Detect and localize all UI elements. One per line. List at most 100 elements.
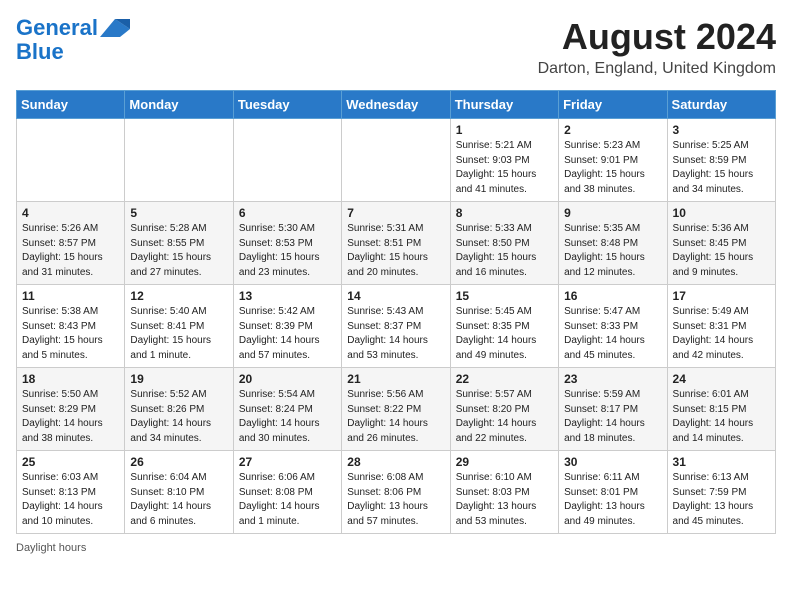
day-header: Sunday — [17, 91, 125, 119]
day-number: 5 — [130, 206, 227, 220]
day-number: 9 — [564, 206, 661, 220]
day-number: 3 — [673, 123, 770, 137]
day-info: Sunrise: 5:30 AM Sunset: 8:53 PM Dayligh… — [239, 222, 336, 280]
day-info: Sunrise: 5:47 AM Sunset: 8:33 PM Dayligh… — [564, 305, 661, 363]
calendar-cell: 31Sunrise: 6:13 AM Sunset: 7:59 PM Dayli… — [667, 451, 775, 534]
logo-text: General — [16, 16, 98, 40]
calendar-cell: 15Sunrise: 5:45 AM Sunset: 8:35 PM Dayli… — [450, 285, 558, 368]
day-info: Sunrise: 6:08 AM Sunset: 8:06 PM Dayligh… — [347, 471, 444, 529]
calendar-cell: 11 Sunrise: 5:38 AM Sunset: 8:43 PM Dayli… — [17, 285, 125, 368]
day-info: Sunrise: 5:31 AM Sunset: 8:51 PM Dayligh… — [347, 222, 444, 280]
calendar-cell — [125, 119, 233, 202]
day-info: Sunrise: 5:49 AM Sunset: 8:31 PM Dayligh… — [673, 305, 770, 363]
day-number: 4 — [22, 206, 119, 220]
day-number: 28 — [347, 455, 444, 469]
calendar-cell: 28 Sunrise: 6:08 AM Sunset: 8:06 PM Dayli… — [342, 451, 450, 534]
day-number: 25 — [22, 455, 119, 469]
calendar-cell: 6 Sunrise: 5:30 AM Sunset: 8:53 PM Daylig… — [233, 202, 341, 285]
day-info: Sunrise: 5:52 AM Sunset: 8:26 PM Dayligh… — [130, 388, 227, 446]
calendar-cell — [233, 119, 341, 202]
day-info: Sunrise: 5:26 AM Sunset: 8:57 PM Dayligh… — [22, 222, 119, 280]
calendar-cell: 26 Sunrise: 6:04 AM Sunset: 8:10 PM Dayli… — [125, 451, 233, 534]
day-info: Sunrise: 5:45 AM Sunset: 8:35 PM Dayligh… — [456, 305, 553, 363]
day-number: 19 — [130, 372, 227, 386]
calendar-cell: 2Sunrise: 5:23 AM Sunset: 9:01 PM Daylig… — [559, 119, 667, 202]
day-info: Sunrise: 5:57 AM Sunset: 8:20 PM Dayligh… — [456, 388, 553, 446]
calendar-cell: 22 Sunrise: 5:57 AM Sunset: 8:20 PM Dayli… — [450, 368, 558, 451]
calendar-cell: 1Sunrise: 5:21 AM Sunset: 9:03 PM Daylig… — [450, 119, 558, 202]
day-info: Sunrise: 6:03 AM Sunset: 8:13 PM Dayligh… — [22, 471, 119, 529]
day-header: Wednesday — [342, 91, 450, 119]
day-header: Monday — [125, 91, 233, 119]
day-number: 2 — [564, 123, 661, 137]
day-number: 26 — [130, 455, 227, 469]
day-info: Sunrise: 5:56 AM Sunset: 8:22 PM Dayligh… — [347, 388, 444, 446]
calendar-cell — [342, 119, 450, 202]
logo-icon — [100, 19, 130, 37]
day-number: 6 — [239, 206, 336, 220]
calendar-cell: 5 Sunrise: 5:28 AM Sunset: 8:55 PM Daylig… — [125, 202, 233, 285]
calendar-cell: 21 Sunrise: 5:56 AM Sunset: 8:22 PM Dayli… — [342, 368, 450, 451]
calendar-cell: 23Sunrise: 5:59 AM Sunset: 8:17 PM Dayli… — [559, 368, 667, 451]
calendar-week-row: 4 Sunrise: 5:26 AM Sunset: 8:57 PM Daylig… — [17, 202, 776, 285]
calendar-cell: 7 Sunrise: 5:31 AM Sunset: 8:51 PM Daylig… — [342, 202, 450, 285]
day-number: 8 — [456, 206, 553, 220]
calendar-cell: 16 Sunrise: 5:47 AM Sunset: 8:33 PM Dayli… — [559, 285, 667, 368]
day-info: Sunrise: 5:28 AM Sunset: 8:55 PM Dayligh… — [130, 222, 227, 280]
day-header: Thursday — [450, 91, 558, 119]
calendar-cell: 14Sunrise: 5:43 AM Sunset: 8:37 PM Dayli… — [342, 285, 450, 368]
calendar-cell: 19 Sunrise: 5:52 AM Sunset: 8:26 PM Dayli… — [125, 368, 233, 451]
calendar-cell: 29Sunrise: 6:10 AM Sunset: 8:03 PM Dayli… — [450, 451, 558, 534]
day-number: 30 — [564, 455, 661, 469]
calendar-week-row: 1Sunrise: 5:21 AM Sunset: 9:03 PM Daylig… — [17, 119, 776, 202]
day-number: 24 — [673, 372, 770, 386]
day-info: Sunrise: 5:35 AM Sunset: 8:48 PM Dayligh… — [564, 222, 661, 280]
day-info: Sunrise: 6:04 AM Sunset: 8:10 PM Dayligh… — [130, 471, 227, 529]
day-number: 27 — [239, 455, 336, 469]
day-number: 22 — [456, 372, 553, 386]
day-number: 29 — [456, 455, 553, 469]
calendar-week-row: 11 Sunrise: 5:38 AM Sunset: 8:43 PM Dayli… — [17, 285, 776, 368]
day-header: Saturday — [667, 91, 775, 119]
day-info: Sunrise: 6:01 AM Sunset: 8:15 PM Dayligh… — [673, 388, 770, 446]
calendar-cell: 13Sunrise: 5:42 AM Sunset: 8:39 PM Dayli… — [233, 285, 341, 368]
logo-text-blue: Blue — [16, 40, 64, 64]
calendar-cell: 25 Sunrise: 6:03 AM Sunset: 8:13 PM Dayli… — [17, 451, 125, 534]
footer-note: Daylight hours — [16, 542, 776, 554]
logo: General Blue — [16, 16, 130, 64]
day-info: Sunrise: 5:33 AM Sunset: 8:50 PM Dayligh… — [456, 222, 553, 280]
calendar-cell: 3 Sunrise: 5:25 AM Sunset: 8:59 PM Daylig… — [667, 119, 775, 202]
day-info: Sunrise: 6:13 AM Sunset: 7:59 PM Dayligh… — [673, 471, 770, 529]
location-title: Darton, England, United Kingdom — [538, 60, 776, 78]
day-number: 11 — [22, 289, 119, 303]
day-number: 13 — [239, 289, 336, 303]
day-number: 12 — [130, 289, 227, 303]
day-number: 20 — [239, 372, 336, 386]
day-info: Sunrise: 5:40 AM Sunset: 8:41 PM Dayligh… — [130, 305, 227, 363]
day-info: Sunrise: 5:38 AM Sunset: 8:43 PM Dayligh… — [22, 305, 119, 363]
day-info: Sunrise: 5:25 AM Sunset: 8:59 PM Dayligh… — [673, 139, 770, 197]
day-number: 17 — [673, 289, 770, 303]
calendar-week-row: 25 Sunrise: 6:03 AM Sunset: 8:13 PM Dayli… — [17, 451, 776, 534]
calendar-cell: 24 Sunrise: 6:01 AM Sunset: 8:15 PM Dayli… — [667, 368, 775, 451]
calendar-cell: 18Sunrise: 5:50 AM Sunset: 8:29 PM Dayli… — [17, 368, 125, 451]
day-info: Sunrise: 5:21 AM Sunset: 9:03 PM Dayligh… — [456, 139, 553, 197]
day-number: 10 — [673, 206, 770, 220]
calendar-cell: 12 Sunrise: 5:40 AM Sunset: 8:41 PM Dayli… — [125, 285, 233, 368]
day-info: Sunrise: 6:11 AM Sunset: 8:01 PM Dayligh… — [564, 471, 661, 529]
day-number: 21 — [347, 372, 444, 386]
day-info: Sunrise: 6:06 AM Sunset: 8:08 PM Dayligh… — [239, 471, 336, 529]
day-number: 18 — [22, 372, 119, 386]
day-header: Friday — [559, 91, 667, 119]
title-area: August 2024 Darton, England, United King… — [538, 16, 776, 78]
calendar-cell: 8 Sunrise: 5:33 AM Sunset: 8:50 PM Daylig… — [450, 202, 558, 285]
day-number: 14 — [347, 289, 444, 303]
day-number: 16 — [564, 289, 661, 303]
day-number: 7 — [347, 206, 444, 220]
day-number: 23 — [564, 372, 661, 386]
days-header-row: SundayMondayTuesdayWednesdayThursdayFrid… — [17, 91, 776, 119]
calendar-week-row: 18Sunrise: 5:50 AM Sunset: 8:29 PM Dayli… — [17, 368, 776, 451]
day-info: Sunrise: 5:54 AM Sunset: 8:24 PM Dayligh… — [239, 388, 336, 446]
calendar-cell: 17 Sunrise: 5:49 AM Sunset: 8:31 PM Dayli… — [667, 285, 775, 368]
header: General Blue August 2024 Darton, England… — [16, 16, 776, 78]
